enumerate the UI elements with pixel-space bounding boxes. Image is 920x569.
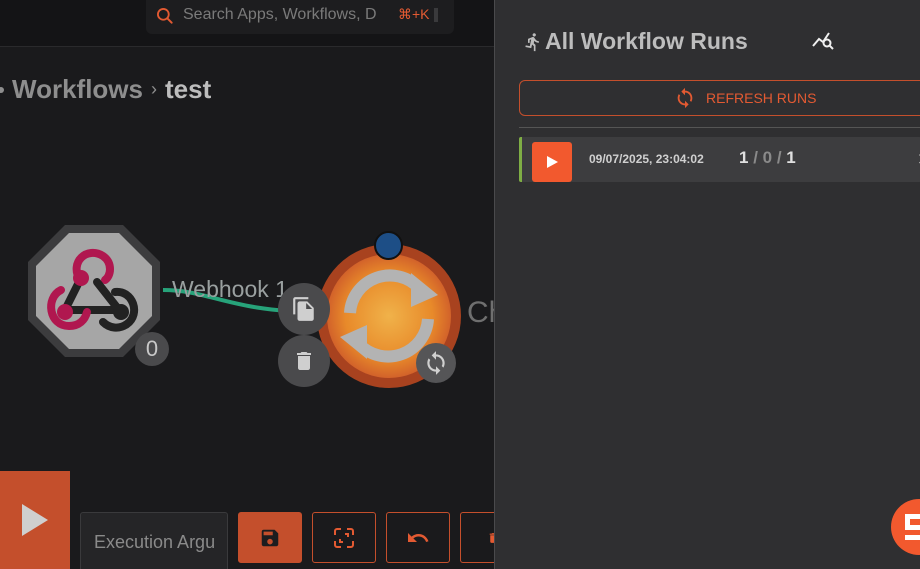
refresh-runs-button[interactable]: REFRESH RUNS: [519, 80, 920, 116]
panel-divider: [519, 127, 920, 128]
node-sync-badge[interactable]: [416, 343, 456, 383]
play-icon: [22, 504, 48, 536]
copy-icon: [293, 297, 314, 321]
webhook-count-badge: 0: [135, 332, 169, 366]
panel-title-text: All Workflow Runs: [545, 28, 748, 54]
refresh-icon: [677, 87, 693, 109]
run-play-button[interactable]: [532, 142, 572, 182]
run-failed-count: 0: [762, 148, 773, 167]
undo-icon: [408, 532, 429, 542]
workflow-canvas[interactable]: 0 Webhook 1 Ch: [0, 0, 505, 569]
fullscreen-icon: [334, 527, 354, 548]
run-timestamp: 09/07/2025, 23:04:02: [589, 152, 704, 166]
save-icon: [261, 529, 279, 546]
undo-button[interactable]: [386, 512, 450, 563]
workflow-runs-panel: All Workflow Runs REFRESH RUNS 09/07/202…: [494, 0, 920, 569]
insights-icon[interactable]: [811, 28, 835, 52]
fit-view-button[interactable]: [312, 512, 376, 563]
webhook-label: Webhook 1: [172, 276, 288, 302]
refresh-runs-label: REFRESH RUNS: [706, 90, 817, 106]
running-person-icon: [525, 32, 539, 51]
save-button[interactable]: [238, 512, 302, 563]
refresh-icon: [427, 351, 445, 375]
run-total-count: 1: [786, 148, 796, 167]
copy-node-button[interactable]: [278, 283, 330, 335]
trash-icon: [297, 352, 311, 370]
workflow-run-row[interactable]: 09/07/2025, 23:04:02 1 / 0 / 1 ✕: [519, 137, 920, 182]
play-icon: [547, 156, 558, 168]
panel-title: All Workflow Runs: [523, 28, 748, 55]
node-top-handle[interactable]: [374, 231, 403, 260]
execution-argument-input[interactable]: Execution Argu: [80, 512, 228, 569]
delete-node-button[interactable]: [278, 335, 330, 387]
run-result-counts: 1 / 0 / 1: [739, 148, 796, 167]
run-workflow-button[interactable]: [0, 471, 70, 569]
